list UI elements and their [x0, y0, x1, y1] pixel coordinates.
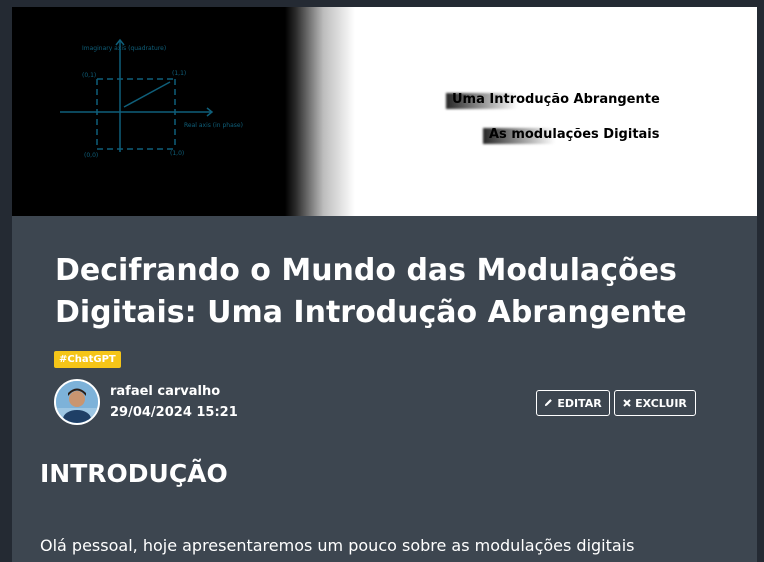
point-label: (0,0) — [84, 152, 98, 159]
post-cover-image: Imaginary axis (quadrature) Real axis (i… — [12, 7, 757, 216]
close-icon — [623, 397, 631, 410]
y-axis-label: Imaginary axis (quadrature) — [82, 45, 166, 52]
avatar[interactable] — [54, 379, 100, 425]
post-card: Imaginary axis (quadrature) Real axis (i… — [12, 7, 757, 562]
x-axis-label: Real axis (in phase) — [184, 122, 243, 129]
delete-button[interactable]: EXCLUIR — [614, 390, 696, 416]
author-name[interactable]: rafael carvalho — [110, 384, 220, 399]
edit-button-label: EDITAR — [557, 396, 602, 410]
intro-paragraph: Olá pessoal, hoje apresentaremos um pouc… — [40, 536, 635, 555]
delete-button-label: EXCLUIR — [635, 396, 687, 410]
point-label: (0,1) — [82, 72, 96, 79]
banner-line-2: As modulações Digitais — [483, 127, 660, 144]
section-heading: INTRODUÇÃO — [40, 459, 228, 488]
banner-line-1: Uma Introdução Abrangente — [446, 92, 660, 109]
point-label: (1,1) — [172, 70, 186, 77]
post-date: 29/04/2024 15:21 — [110, 405, 238, 420]
edit-button[interactable]: EDITAR — [536, 390, 610, 416]
pencil-icon — [544, 397, 553, 410]
post-title: Decifrando o Mundo das Modulações Digita… — [55, 253, 687, 330]
constellation-diagram: Imaginary axis (quadrature) Real axis (i… — [60, 38, 243, 159]
tag-badge[interactable]: #ChatGPT — [54, 351, 121, 368]
point-label: (1,0) — [170, 150, 184, 157]
